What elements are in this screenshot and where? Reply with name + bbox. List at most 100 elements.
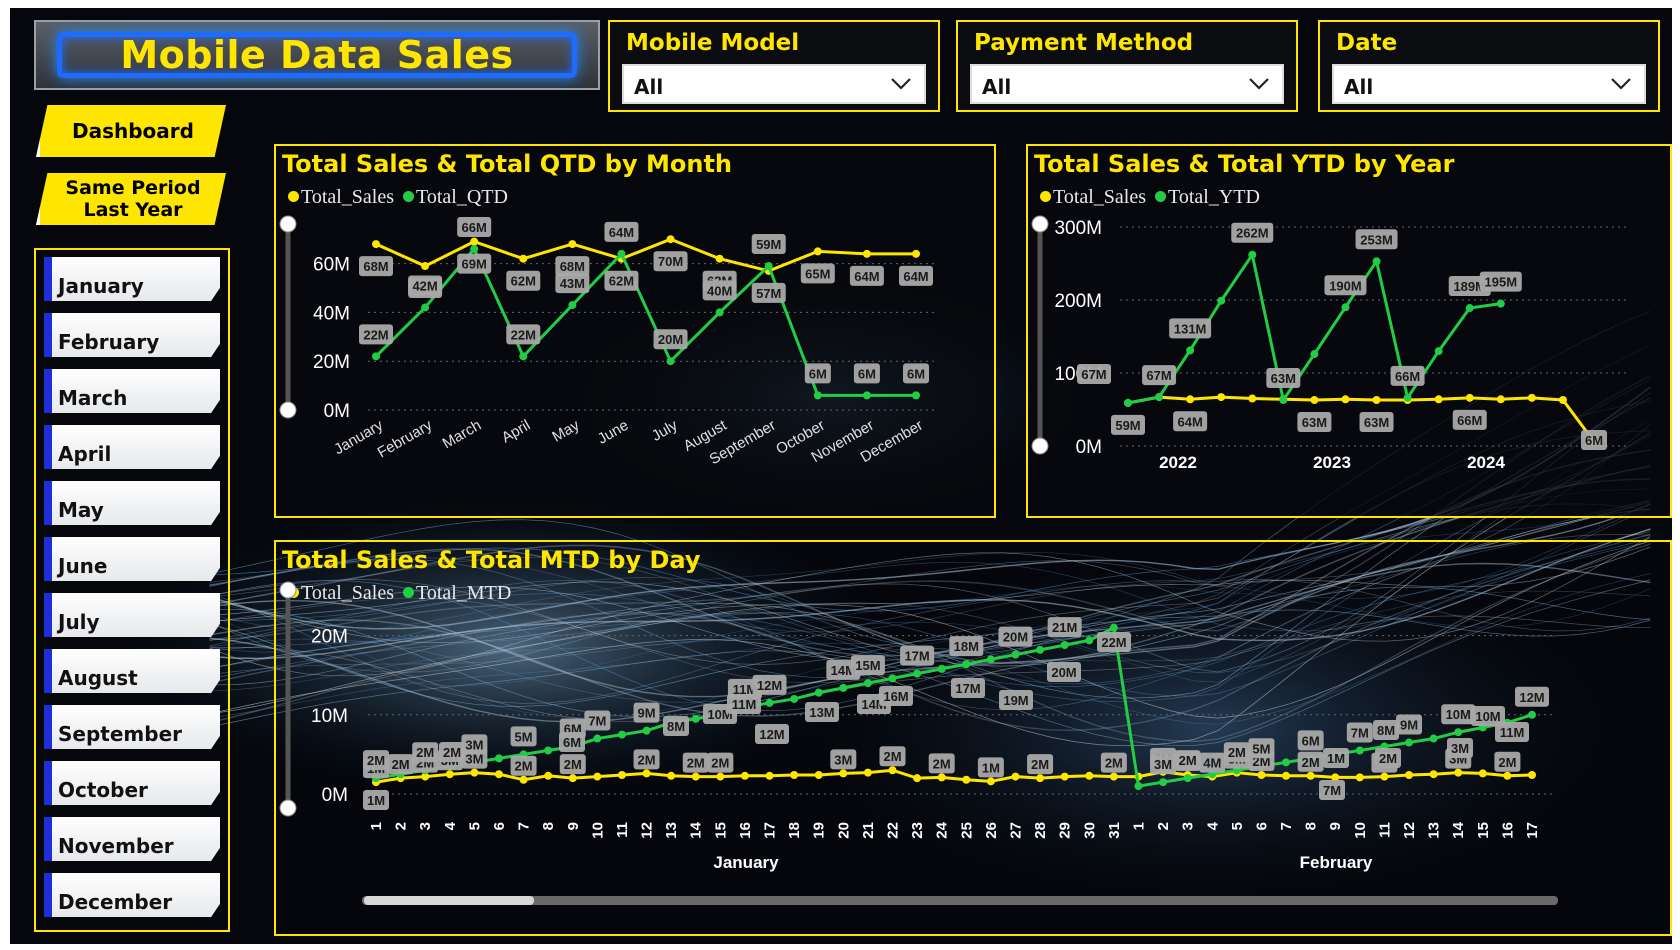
data-point (1310, 350, 1319, 359)
data-point (790, 770, 799, 779)
month-may-button[interactable]: May (44, 481, 220, 525)
x-tick-label: 17 (1524, 822, 1541, 839)
month-march-button[interactable]: March (44, 369, 220, 413)
data-point (1372, 257, 1381, 266)
data-label: 6M (1585, 433, 1603, 448)
data-point (568, 301, 577, 310)
data-point (667, 771, 676, 780)
data-label: 6M (907, 366, 925, 381)
data-label: 9M (638, 706, 656, 721)
filter-label: Payment Method (974, 30, 1194, 56)
data-point (912, 391, 920, 400)
x-group-label: February (1300, 853, 1373, 872)
slider-handle-icon (279, 799, 297, 817)
data-label: 22M (363, 327, 388, 342)
filter-label: Mobile Model (626, 30, 800, 56)
data-point (1454, 768, 1463, 777)
month-june-button[interactable]: June (44, 537, 220, 581)
data-point (1310, 396, 1319, 405)
mobile-model-dropdown[interactable]: All (622, 64, 926, 104)
data-point (421, 262, 430, 271)
data-point (1217, 296, 1226, 305)
data-label: 20M (658, 332, 683, 347)
x-tick-label: 24 (934, 821, 951, 838)
series-line-total_qtd (374, 246, 916, 397)
data-label: 64M (609, 225, 634, 240)
data-label: 7M (588, 714, 606, 729)
month-october-button[interactable]: October (44, 761, 220, 805)
data-point (862, 391, 871, 400)
data-label: 10M (1446, 707, 1471, 722)
data-label: 253M (1360, 232, 1393, 247)
month-april-button[interactable]: April (44, 425, 220, 469)
data-label: 2M (416, 745, 434, 760)
data-point (642, 769, 651, 778)
data-label: 59M (1115, 418, 1140, 433)
month-february-button[interactable]: February (44, 313, 220, 357)
data-label: 64M (903, 269, 928, 284)
data-label: 2M (1105, 756, 1123, 771)
chevron-down-icon (891, 78, 911, 90)
x-tick-label: 29 (1057, 822, 1074, 839)
x-tick-label: 25 (958, 822, 975, 839)
data-label: 2M (687, 756, 705, 771)
x-tick-label: 1 (368, 822, 385, 830)
x-tick-label: 12 (1401, 822, 1418, 839)
data-label: 2M (1031, 757, 1049, 772)
same-period-last-year-button[interactable]: Same Period Last Year (36, 173, 226, 225)
month-january-button[interactable]: January (44, 257, 220, 301)
payment-method-dropdown[interactable]: All (970, 64, 1284, 104)
data-point (691, 714, 700, 723)
month-august-button[interactable]: August (44, 649, 220, 693)
data-point (666, 357, 675, 366)
x-tick-label: 9 (565, 822, 582, 830)
data-label: 190M (1329, 278, 1362, 293)
data-label: 20M (1003, 630, 1028, 645)
data-label: 62M (609, 274, 634, 289)
x-tick-label: 1 (1130, 822, 1147, 830)
data-label: 2M (1379, 751, 1397, 766)
y-tick-label: 200M (1054, 291, 1102, 312)
data-label: 4M (1203, 756, 1221, 771)
data-point (1429, 770, 1438, 779)
data-label: 69M (462, 257, 487, 272)
month-september-button[interactable]: September (44, 705, 220, 749)
data-label: 63M (1364, 415, 1389, 430)
data-label: 17M (904, 649, 929, 664)
data-label: 2M (638, 752, 656, 767)
month-december-button[interactable]: December (44, 873, 220, 917)
data-label: 2M (515, 759, 533, 774)
month-november-button[interactable]: November (44, 817, 220, 861)
data-label: 6M (809, 366, 827, 381)
data-point (1248, 394, 1257, 403)
data-point (986, 655, 995, 664)
data-point (863, 679, 872, 688)
date-dropdown[interactable]: All (1332, 64, 1646, 104)
data-point (839, 683, 848, 692)
month-label: June (58, 554, 108, 578)
payment-method-filter: Payment Method All (956, 20, 1298, 112)
data-label: 6M (563, 735, 581, 750)
x-tick-label: 15 (1475, 822, 1492, 839)
data-label: 2M (1228, 745, 1246, 760)
x-tick-label: May (549, 416, 582, 445)
data-label: 64M (854, 269, 879, 284)
data-point (1503, 771, 1512, 780)
data-label: 6M (1302, 733, 1320, 748)
month-label: August (58, 666, 138, 690)
data-point (1217, 393, 1226, 402)
data-point (1355, 773, 1364, 782)
data-point (544, 746, 553, 755)
data-point (1434, 347, 1443, 356)
x-tick-label: 6 (491, 822, 508, 830)
data-point (617, 770, 626, 779)
x-tick-label: 19 (811, 822, 828, 839)
data-point (1465, 393, 1474, 402)
data-label: 2M (1179, 753, 1197, 768)
data-point (568, 774, 577, 783)
data-label: 5M (1252, 741, 1270, 756)
data-label: 42M (412, 279, 437, 294)
data-label: 2M (711, 756, 729, 771)
month-july-button[interactable]: July (44, 593, 220, 637)
dashboard-button[interactable]: Dashboard (36, 105, 226, 157)
